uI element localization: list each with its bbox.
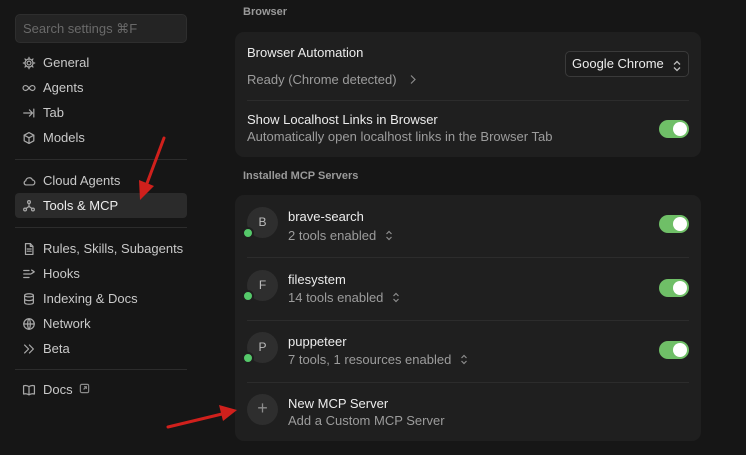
chevron-updown-icon [672, 57, 682, 81]
row-separator [247, 100, 689, 101]
sidebar-item-label: Rules, Skills, Subagents [43, 241, 184, 256]
sidebar-divider [15, 159, 187, 160]
search-placeholder: Search settings ⌘F [23, 21, 138, 36]
external-link-icon [73, 382, 90, 397]
document-icon [21, 241, 37, 257]
server-tools-detail[interactable]: 2 tools enabled [288, 228, 393, 244]
sidebar-item-label: Beta [43, 341, 70, 356]
sidebar-item-network[interactable]: Network [15, 311, 187, 336]
server-name[interactable]: filesystem [288, 272, 346, 287]
browser-section-title: Browser [243, 6, 288, 18]
browser-automation-status[interactable]: Ready (Chrome detected) [247, 72, 417, 88]
sidebar-item-label: Models [43, 130, 85, 145]
globe-icon [21, 316, 37, 332]
sidebar-divider [15, 369, 187, 370]
server-toggle-brave-search[interactable] [659, 215, 689, 233]
chevron-updown-icon [392, 291, 400, 306]
new-mcp-server-subtitle: Add a Custom MCP Server [288, 413, 445, 428]
settings-sidebar: Search settings ⌘F General Agents Tab Mo… [0, 0, 200, 455]
sidebar-item-label: Network [43, 316, 91, 331]
sidebar-item-cloud-agents[interactable]: Cloud Agents [15, 168, 187, 193]
server-tools-detail[interactable]: 7 tools, 1 resources enabled [288, 352, 468, 368]
browser-status-text: Ready (Chrome detected) [247, 72, 397, 87]
server-tools-text: 2 tools enabled [288, 228, 377, 243]
localhost-links-toggle[interactable] [659, 120, 689, 138]
sidebar-item-label: Agents [43, 80, 84, 95]
tab-arrow-icon [21, 105, 37, 121]
server-name[interactable]: brave-search [288, 209, 364, 224]
server-name[interactable]: puppeteer [288, 334, 347, 349]
mcp-section-title: Installed MCP Servers [243, 170, 359, 182]
browser-automation-title: Browser Automation [247, 45, 364, 60]
browser-select-value: Google Chrome [572, 56, 664, 71]
row-separator [247, 382, 689, 383]
server-toggle-filesystem[interactable] [659, 279, 689, 297]
sidebar-item-models[interactable]: Models [15, 125, 187, 150]
mcp-servers-card: B brave-search 2 tools enabled F filesys… [235, 195, 701, 441]
settings-window: Search settings ⌘F General Agents Tab Mo… [0, 0, 746, 455]
server-status-dot [242, 352, 254, 364]
chevron-updown-icon [385, 229, 393, 244]
double-chevron-icon [21, 341, 37, 357]
sidebar-item-label: General [43, 55, 90, 70]
sidebar-item-indexing-docs[interactable]: Indexing & Docs [15, 286, 187, 311]
browser-settings-card: Browser Automation Ready (Chrome detecte… [235, 32, 701, 157]
localhost-links-title: Show Localhost Links in Browser [247, 112, 438, 127]
cube-icon [21, 130, 37, 146]
browser-select[interactable]: Google Chrome [565, 51, 689, 77]
sidebar-item-general[interactable]: General [15, 50, 187, 75]
sidebar-divider [15, 227, 187, 228]
infinity-icon [21, 80, 37, 96]
sidebar-item-label: Docs [43, 382, 73, 397]
server-toggle-puppeteer[interactable] [659, 341, 689, 359]
sidebar-item-tools-mcp[interactable]: Tools & MCP [15, 193, 187, 218]
cloud-icon [21, 173, 37, 189]
server-tools-detail[interactable]: 14 tools enabled [288, 290, 400, 306]
sidebar-item-label: Tab [43, 105, 64, 120]
database-icon [21, 291, 37, 307]
sidebar-item-label: Tools & MCP [43, 198, 119, 213]
plus-icon[interactable]: + [247, 394, 278, 425]
sidebar-item-beta[interactable]: Beta [15, 336, 187, 361]
sidebar-item-label: Hooks [43, 266, 80, 281]
book-icon [21, 382, 37, 398]
hooks-icon [21, 266, 37, 282]
server-tools-text: 14 tools enabled [288, 290, 384, 305]
sidebar-item-hooks[interactable]: Hooks [15, 261, 187, 286]
search-settings-input[interactable]: Search settings ⌘F [15, 14, 187, 43]
sidebar-item-agents[interactable]: Agents [15, 75, 187, 100]
server-status-dot [242, 290, 254, 302]
new-mcp-server-title[interactable]: New MCP Server [288, 396, 388, 411]
sidebar-item-label: Indexing & Docs [43, 291, 138, 306]
server-status-dot [242, 227, 254, 239]
gear-icon [21, 55, 37, 71]
sidebar-item-rules-skills-subagents[interactable]: Rules, Skills, Subagents [15, 236, 187, 261]
row-separator [247, 320, 689, 321]
server-tools-text: 7 tools, 1 resources enabled [288, 352, 452, 367]
chevron-right-icon [409, 73, 417, 88]
tools-icon [21, 198, 37, 214]
localhost-links-subtitle: Automatically open localhost links in th… [247, 129, 553, 144]
chevron-updown-icon [460, 353, 468, 368]
sidebar-item-docs[interactable]: Docs [15, 377, 187, 402]
row-separator [247, 257, 689, 258]
sidebar-item-label: Cloud Agents [43, 173, 121, 188]
sidebar-item-tab[interactable]: Tab [15, 100, 187, 125]
